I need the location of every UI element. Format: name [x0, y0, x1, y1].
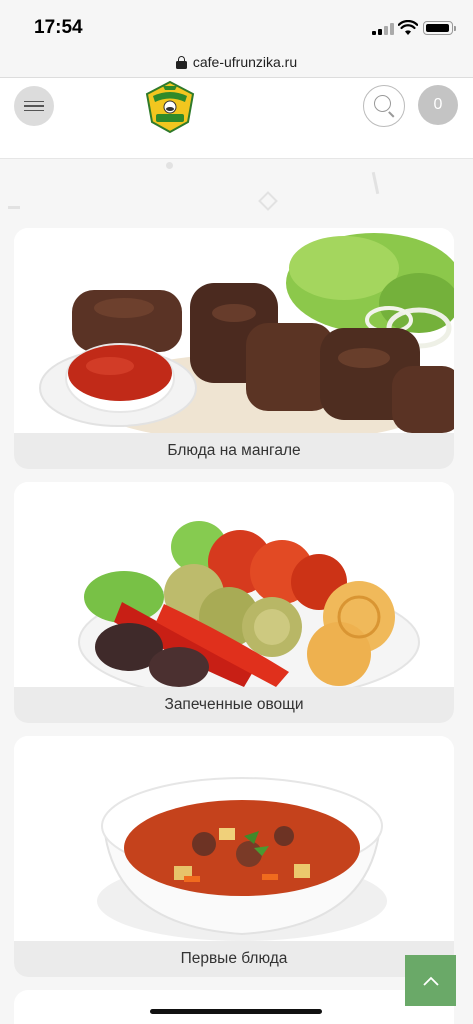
category-card[interactable]: Блюда на мангале — [14, 228, 454, 469]
home-indicator — [150, 1009, 322, 1014]
category-label: Первые блюда — [14, 941, 454, 977]
category-card[interactable] — [14, 990, 454, 1024]
category-label: Блюда на мангале — [14, 433, 454, 469]
category-card[interactable]: Запеченные овощи — [14, 482, 454, 723]
background-decoration — [166, 162, 173, 169]
status-time: 17:54 — [34, 17, 83, 38]
category-image — [14, 736, 454, 941]
status-bar: 17:54 — [0, 0, 473, 48]
hamburger-icon — [24, 100, 44, 103]
category-image — [14, 482, 454, 687]
battery-icon — [423, 21, 456, 35]
background-decoration — [371, 171, 380, 195]
chevron-up-icon — [422, 976, 439, 986]
category-card[interactable]: Первые блюда — [14, 736, 454, 977]
site-header: 0 — [0, 77, 473, 159]
cafe-logo[interactable] — [143, 78, 197, 134]
category-label: Запеченные овощи — [14, 687, 454, 723]
search-button[interactable] — [363, 85, 405, 127]
address-bar[interactable]: cafe-ufrunzika.ru — [0, 48, 473, 76]
category-image — [14, 228, 454, 433]
background-decoration — [8, 206, 20, 209]
cart-count: 0 — [433, 96, 443, 113]
lock-icon — [175, 55, 187, 69]
search-icon — [374, 95, 391, 112]
menu-button[interactable] — [14, 86, 54, 126]
cellular-signal-icon — [372, 23, 394, 35]
background-decoration — [258, 191, 278, 211]
grilled-vegetables-photo — [14, 482, 454, 687]
wifi-icon — [398, 20, 418, 35]
cart-button[interactable]: 0 — [418, 85, 458, 125]
scroll-top-button[interactable] — [405, 955, 456, 1006]
grilled-kebab-photo — [14, 228, 454, 433]
soup-bowl-photo — [14, 736, 454, 941]
url-text: cafe-ufrunzika.ru — [192, 54, 298, 70]
